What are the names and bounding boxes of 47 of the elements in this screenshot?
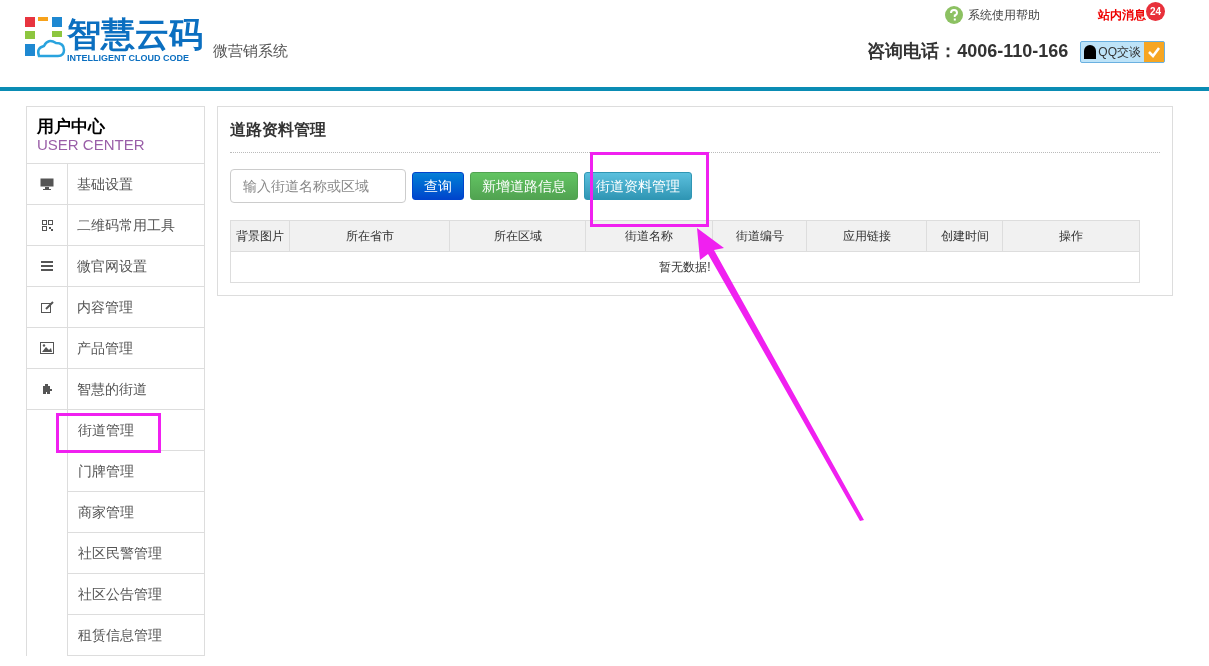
logo-subtitle: INTELLIGENT CLOUD CODE <box>67 52 190 65</box>
message-count-badge: 24 <box>1146 1 1165 21</box>
sidebar-subitem[interactable]: 街道管理 <box>68 410 204 451</box>
sidebar-item[interactable]: 内容管理 <box>27 287 204 328</box>
action-button[interactable]: 查询 <box>412 172 464 200</box>
sidebar-subitem[interactable]: 商家管理 <box>68 492 204 533</box>
sidebar-item-label: 二维码常用工具 <box>76 215 175 235</box>
search-field[interactable]: 输入街道名称或区域 <box>230 169 406 203</box>
sidebar-subitem[interactable]: 社区民警管理 <box>68 533 204 574</box>
help-icon <box>945 6 963 24</box>
menu-icon <box>41 261 53 271</box>
logo-icon <box>24 16 66 58</box>
qr-code-icon <box>41 219 53 231</box>
sidebar-item[interactable]: 智慧的街道 <box>27 369 204 410</box>
messages-link[interactable]: 站内消息 <box>1098 6 1146 24</box>
sidebar-subitem[interactable]: 社区公告管理 <box>68 574 204 615</box>
column-header: 所在区域 <box>449 220 586 252</box>
column-header: 操作 <box>1002 220 1140 252</box>
column-header: 背景图片 <box>230 220 290 252</box>
column-header: 创建时间 <box>926 220 1003 252</box>
column-header: 应用链接 <box>806 220 927 252</box>
sidebar-subitem[interactable]: 租赁信息管理 <box>68 615 204 656</box>
puzzle-icon <box>40 383 54 395</box>
column-header: 所在省市 <box>289 220 450 252</box>
sidebar-item-label: 内容管理 <box>76 297 133 317</box>
sidebar-subitem[interactable]: 门牌管理 <box>68 451 204 492</box>
sidebar-item-label: 基础设置 <box>76 174 133 194</box>
qq-chat-button[interactable]: QQ交谈 <box>1080 40 1165 63</box>
sidebar-item[interactable]: 基础设置 <box>27 164 204 205</box>
help-link[interactable]: 系统使用帮助 <box>945 6 1040 24</box>
sidebar-item[interactable]: 微官网设置 <box>27 246 204 287</box>
phone-number: 咨询电话：4006-110-166 <box>867 40 1069 63</box>
sidebar-item[interactable]: 二维码常用工具 <box>27 205 204 246</box>
sidebar-item-label: 微官网设置 <box>76 256 147 276</box>
sidebar-title: 用户中心 <box>37 117 106 136</box>
sidebar-item-label: 智慧的街道 <box>76 379 147 399</box>
logo-title: 智慧云码 <box>67 16 203 52</box>
check-icon <box>1144 41 1164 62</box>
sidebar-subtitle: USER CENTER <box>37 136 146 154</box>
image-icon <box>40 342 54 354</box>
empty-table-message: 暂无数据! <box>230 251 1140 283</box>
monitor-icon <box>40 178 54 190</box>
system-name: 微营销系统 <box>213 41 288 61</box>
panel-title: 道路资料管理 <box>230 120 327 140</box>
sidebar-item[interactable]: 产品管理 <box>27 328 204 369</box>
sidebar-item-label: 产品管理 <box>76 338 133 358</box>
edit-icon <box>40 301 54 313</box>
